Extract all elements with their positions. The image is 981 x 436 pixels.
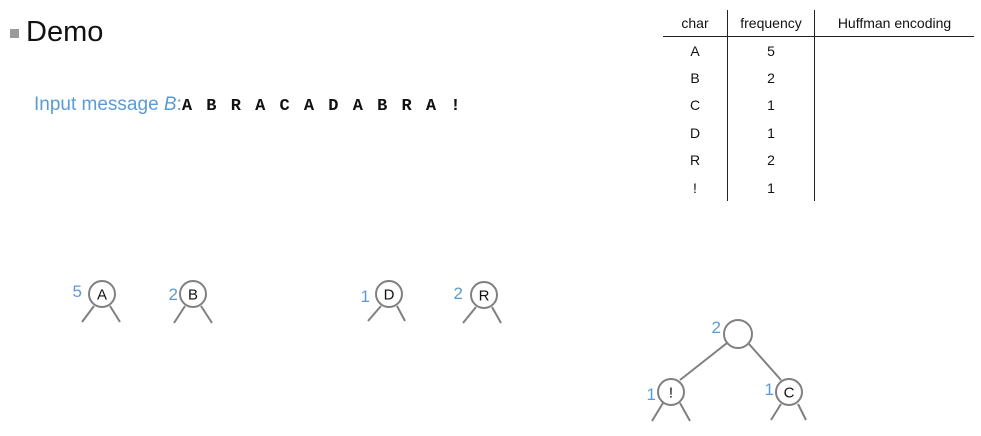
- node-weight-D: 1: [361, 287, 370, 306]
- node-weight-exclaim: 1: [647, 385, 656, 404]
- node-label-exclaim: !: [669, 385, 673, 402]
- node-label-R: R: [479, 288, 490, 305]
- node-label-D: D: [384, 287, 395, 304]
- node-weight-R: 2: [454, 284, 463, 303]
- edge-stub: [109, 305, 121, 323]
- edge-stub: [81, 305, 95, 323]
- edge-stub: [200, 305, 213, 324]
- edge-stub: [651, 402, 664, 422]
- node-weight-parent: 2: [712, 318, 721, 337]
- huffman-forest: A B D R ! C 5 2 1 2 2 1 1: [73, 280, 807, 422]
- edge-stub: [797, 403, 807, 421]
- edge-stub: [173, 305, 186, 324]
- edge-stub: [679, 402, 691, 422]
- node-label-A: A: [97, 287, 107, 304]
- node-circle-parent: [723, 319, 753, 349]
- node-label-B: B: [188, 287, 198, 304]
- node-weight-B: 2: [169, 285, 178, 304]
- edge-stub: [396, 305, 406, 322]
- node-weight-C: 1: [765, 380, 774, 399]
- node-label-C: C: [784, 385, 795, 402]
- edge-stub: [367, 305, 382, 322]
- node-weight-A: 5: [73, 282, 82, 301]
- tree-edge-left: [679, 342, 728, 381]
- tree-edge-right: [748, 343, 782, 381]
- edge-stub: [491, 306, 502, 324]
- edge-stub: [770, 403, 782, 421]
- edge-stub: [462, 306, 477, 324]
